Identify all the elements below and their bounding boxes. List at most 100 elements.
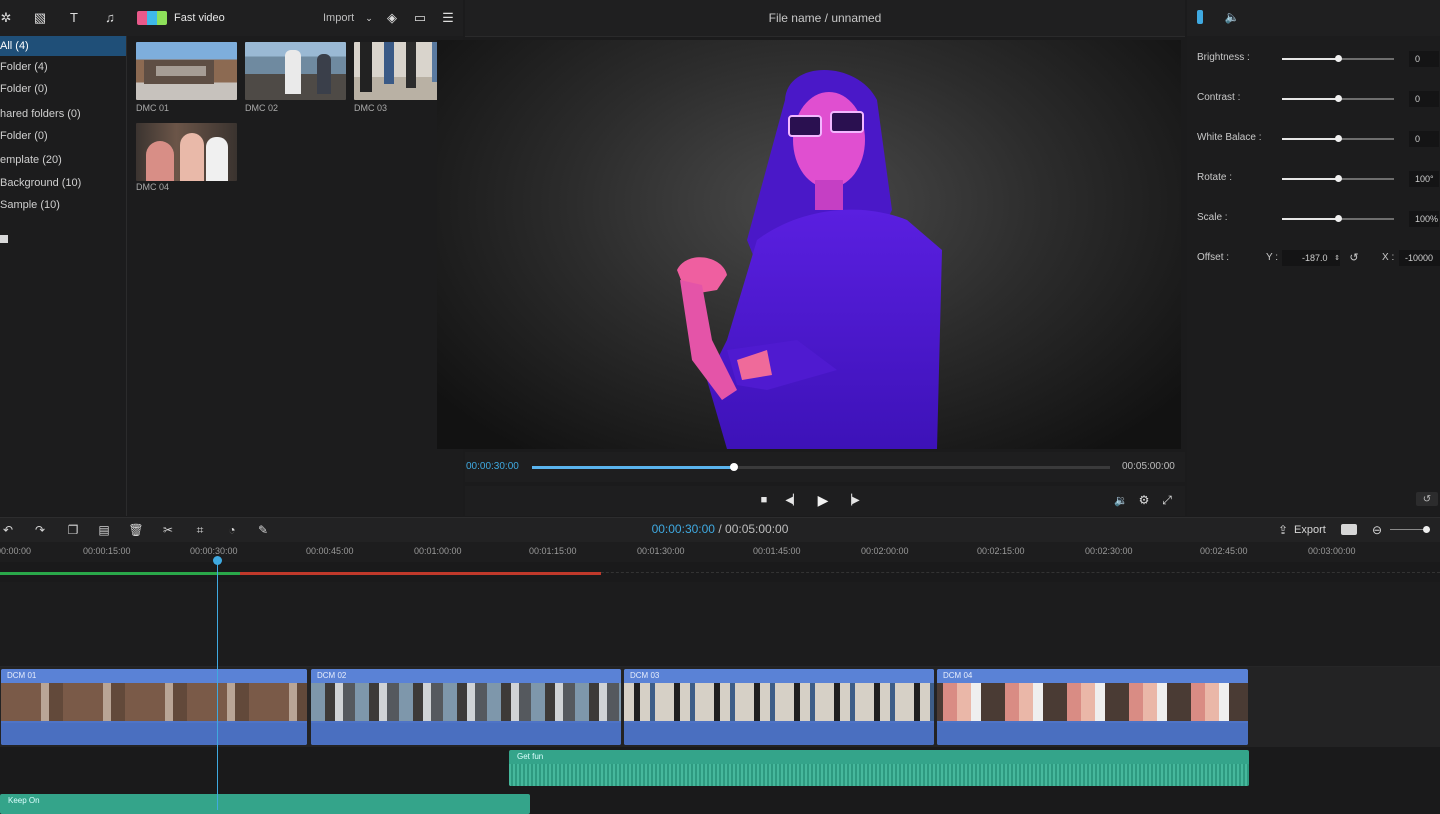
subtitle-icon[interactable] [1341, 524, 1357, 535]
stop-icon[interactable]: ■ [758, 494, 770, 506]
scale-slider-handle[interactable] [1335, 215, 1342, 222]
sidebar-item-folder[interactable]: Folder (0) [0, 79, 126, 99]
preview-total-time: 00:05:00:00 [1122, 461, 1175, 472]
offset-y-stepper-icon[interactable]: ⇕ [1333, 251, 1341, 265]
transition-icon[interactable]: ▧ [32, 10, 48, 26]
preview-current-time: 00:00:30:00 [466, 461, 519, 472]
fullscreen-icon[interactable]: ⤢ [1160, 493, 1174, 507]
sidebar-item-template[interactable]: emplate (20) [0, 150, 126, 170]
sort-icon[interactable]: ☰ [440, 10, 456, 26]
video-properties-tab-icon[interactable] [1197, 10, 1203, 24]
split-icon[interactable]: ✂ [160, 522, 176, 538]
white-balance-slider[interactable] [1282, 135, 1394, 142]
contrast-slider[interactable] [1282, 95, 1394, 102]
playhead-handle[interactable] [213, 556, 222, 565]
sidebar-item-background[interactable]: Background (10) [0, 173, 126, 193]
timeline-total-time: 00:05:00:00 [725, 522, 789, 536]
next-frame-icon[interactable]: ▕▶ [844, 493, 859, 507]
settings-gear-icon[interactable]: ⚙ [1137, 493, 1151, 507]
file-name[interactable]: File name / unnamed [465, 11, 1185, 25]
media-label: DMC 02 [245, 103, 279, 113]
zoom-out-icon[interactable]: ⊖ [1369, 522, 1385, 538]
brightness-value[interactable]: 0 [1409, 51, 1439, 67]
ruler-tick-label: 00:01:30:00 [637, 546, 685, 556]
ruler-tick-label: 00:01:45:00 [753, 546, 801, 556]
scale-label: Scale : [1197, 212, 1228, 223]
crop-icon[interactable]: ⌗ [192, 522, 208, 538]
ruler-tick-label: 00:00:00 [0, 546, 32, 556]
brightness-slider[interactable] [1282, 55, 1394, 62]
ruler-tick-label: 00:02:45:00 [1200, 546, 1248, 556]
offset-y-input[interactable]: -187.0 [1282, 250, 1340, 266]
redo-icon[interactable]: ↷ [32, 522, 48, 538]
audio-properties-tab-icon[interactable]: 🔈 [1224, 9, 1240, 25]
zoom-slider[interactable] [1390, 526, 1430, 533]
media-thumbnail[interactable] [136, 123, 237, 181]
previous-frame-icon[interactable]: ◀▏ [785, 493, 800, 507]
video-clip[interactable]: DCM 03 [624, 669, 934, 745]
rotate-value[interactable]: 100° [1409, 171, 1439, 187]
paste-icon[interactable]: ▤ [96, 522, 112, 538]
scale-slider[interactable] [1282, 215, 1394, 222]
audio-clip[interactable]: Get fun [509, 750, 1249, 786]
timeline-current-time: 00:00:30:00 [651, 522, 715, 536]
playhead[interactable] [217, 558, 218, 810]
preview-progress-fill [532, 466, 735, 469]
preview-progress-handle[interactable] [730, 463, 739, 471]
export-button[interactable]: Export [1294, 524, 1326, 536]
clip-waveform [624, 723, 934, 745]
layers-icon[interactable]: ◈ [384, 10, 400, 26]
audio-clip-label: Keep On [8, 796, 40, 805]
preview-header: File name / unnamed [465, 0, 1185, 37]
fast-video-icon[interactable] [137, 11, 167, 25]
sidebar-item-sample[interactable]: Sample (10) [0, 195, 126, 215]
add-folder-icon[interactable] [0, 235, 8, 243]
speed-icon[interactable]: ◔ [224, 522, 240, 538]
contrast-value[interactable]: 0 [1409, 91, 1439, 107]
clip-thumbnails [311, 683, 621, 721]
video-preview[interactable] [437, 40, 1181, 449]
audio-clip[interactable]: Keep On [0, 794, 530, 814]
white-balance-slider-handle[interactable] [1335, 135, 1342, 142]
undo-icon[interactable]: ↶ [0, 522, 16, 538]
video-clip[interactable]: DCM 01 [1, 669, 307, 745]
contrast-slider-handle[interactable] [1335, 95, 1342, 102]
edit-icon[interactable]: ✎ [255, 522, 271, 538]
scale-value[interactable]: 100% [1409, 211, 1439, 227]
brightness-slider-handle[interactable] [1335, 55, 1342, 62]
media-thumbnail[interactable] [245, 42, 346, 100]
text-icon[interactable]: T [66, 10, 82, 26]
copy-icon[interactable]: ❐ [65, 522, 81, 538]
rotate-slider[interactable] [1282, 175, 1394, 182]
zoom-slider-handle[interactable] [1423, 526, 1430, 533]
export-icon[interactable]: ⇪ [1275, 522, 1291, 538]
media-thumbnail[interactable] [136, 42, 237, 100]
folder-view-icon[interactable]: ▭ [412, 10, 428, 26]
effects-icon[interactable]: ✲ [0, 10, 14, 26]
ruler-tick-label: 00:03:00:00 [1308, 546, 1356, 556]
rotate-slider-handle[interactable] [1335, 175, 1342, 182]
reset-icon[interactable]: ↺ [1347, 250, 1361, 264]
white-balance-value[interactable]: 0 [1409, 131, 1439, 147]
volume-icon[interactable]: 🔉 [1114, 493, 1128, 507]
chevron-down-icon[interactable]: ⌄ [361, 10, 377, 26]
timeline-timecode: 00:00:30:00 / 00:05:00:00 [0, 522, 1440, 536]
import-button[interactable]: Import [323, 12, 354, 24]
music-icon[interactable]: ♫ [102, 10, 118, 26]
video-clip[interactable]: DCM 02 [311, 669, 621, 745]
fast-video-label[interactable]: Fast video [174, 12, 225, 24]
sidebar-item-folder[interactable]: Folder (0) [0, 126, 126, 146]
video-clip[interactable]: DCM 04 [937, 669, 1248, 745]
offset-x-input[interactable]: -10000 [1399, 250, 1440, 266]
play-icon[interactable]: ▶ [816, 492, 830, 508]
brightness-label: Brightness : [1197, 52, 1250, 63]
timecode-separator: / [718, 522, 722, 536]
sidebar-item-folder[interactable]: Folder (4) [0, 57, 126, 77]
timeline-toolbar: ↶ ↷ ❐ ▤ 🗑 ✂ ⌗ ◔ ✎ 00:00:30:00 / 00:05:00… [0, 517, 1440, 542]
clip-thumbnails [624, 683, 934, 721]
reset-all-icon[interactable]: ↺ [1416, 492, 1438, 506]
delete-icon[interactable]: 🗑 [128, 522, 144, 538]
sidebar-item-shared-folders[interactable]: hared folders (0) [0, 104, 126, 124]
preview-progress-bar[interactable] [532, 463, 1110, 471]
sidebar-item-all[interactable]: All (4) [0, 36, 126, 56]
